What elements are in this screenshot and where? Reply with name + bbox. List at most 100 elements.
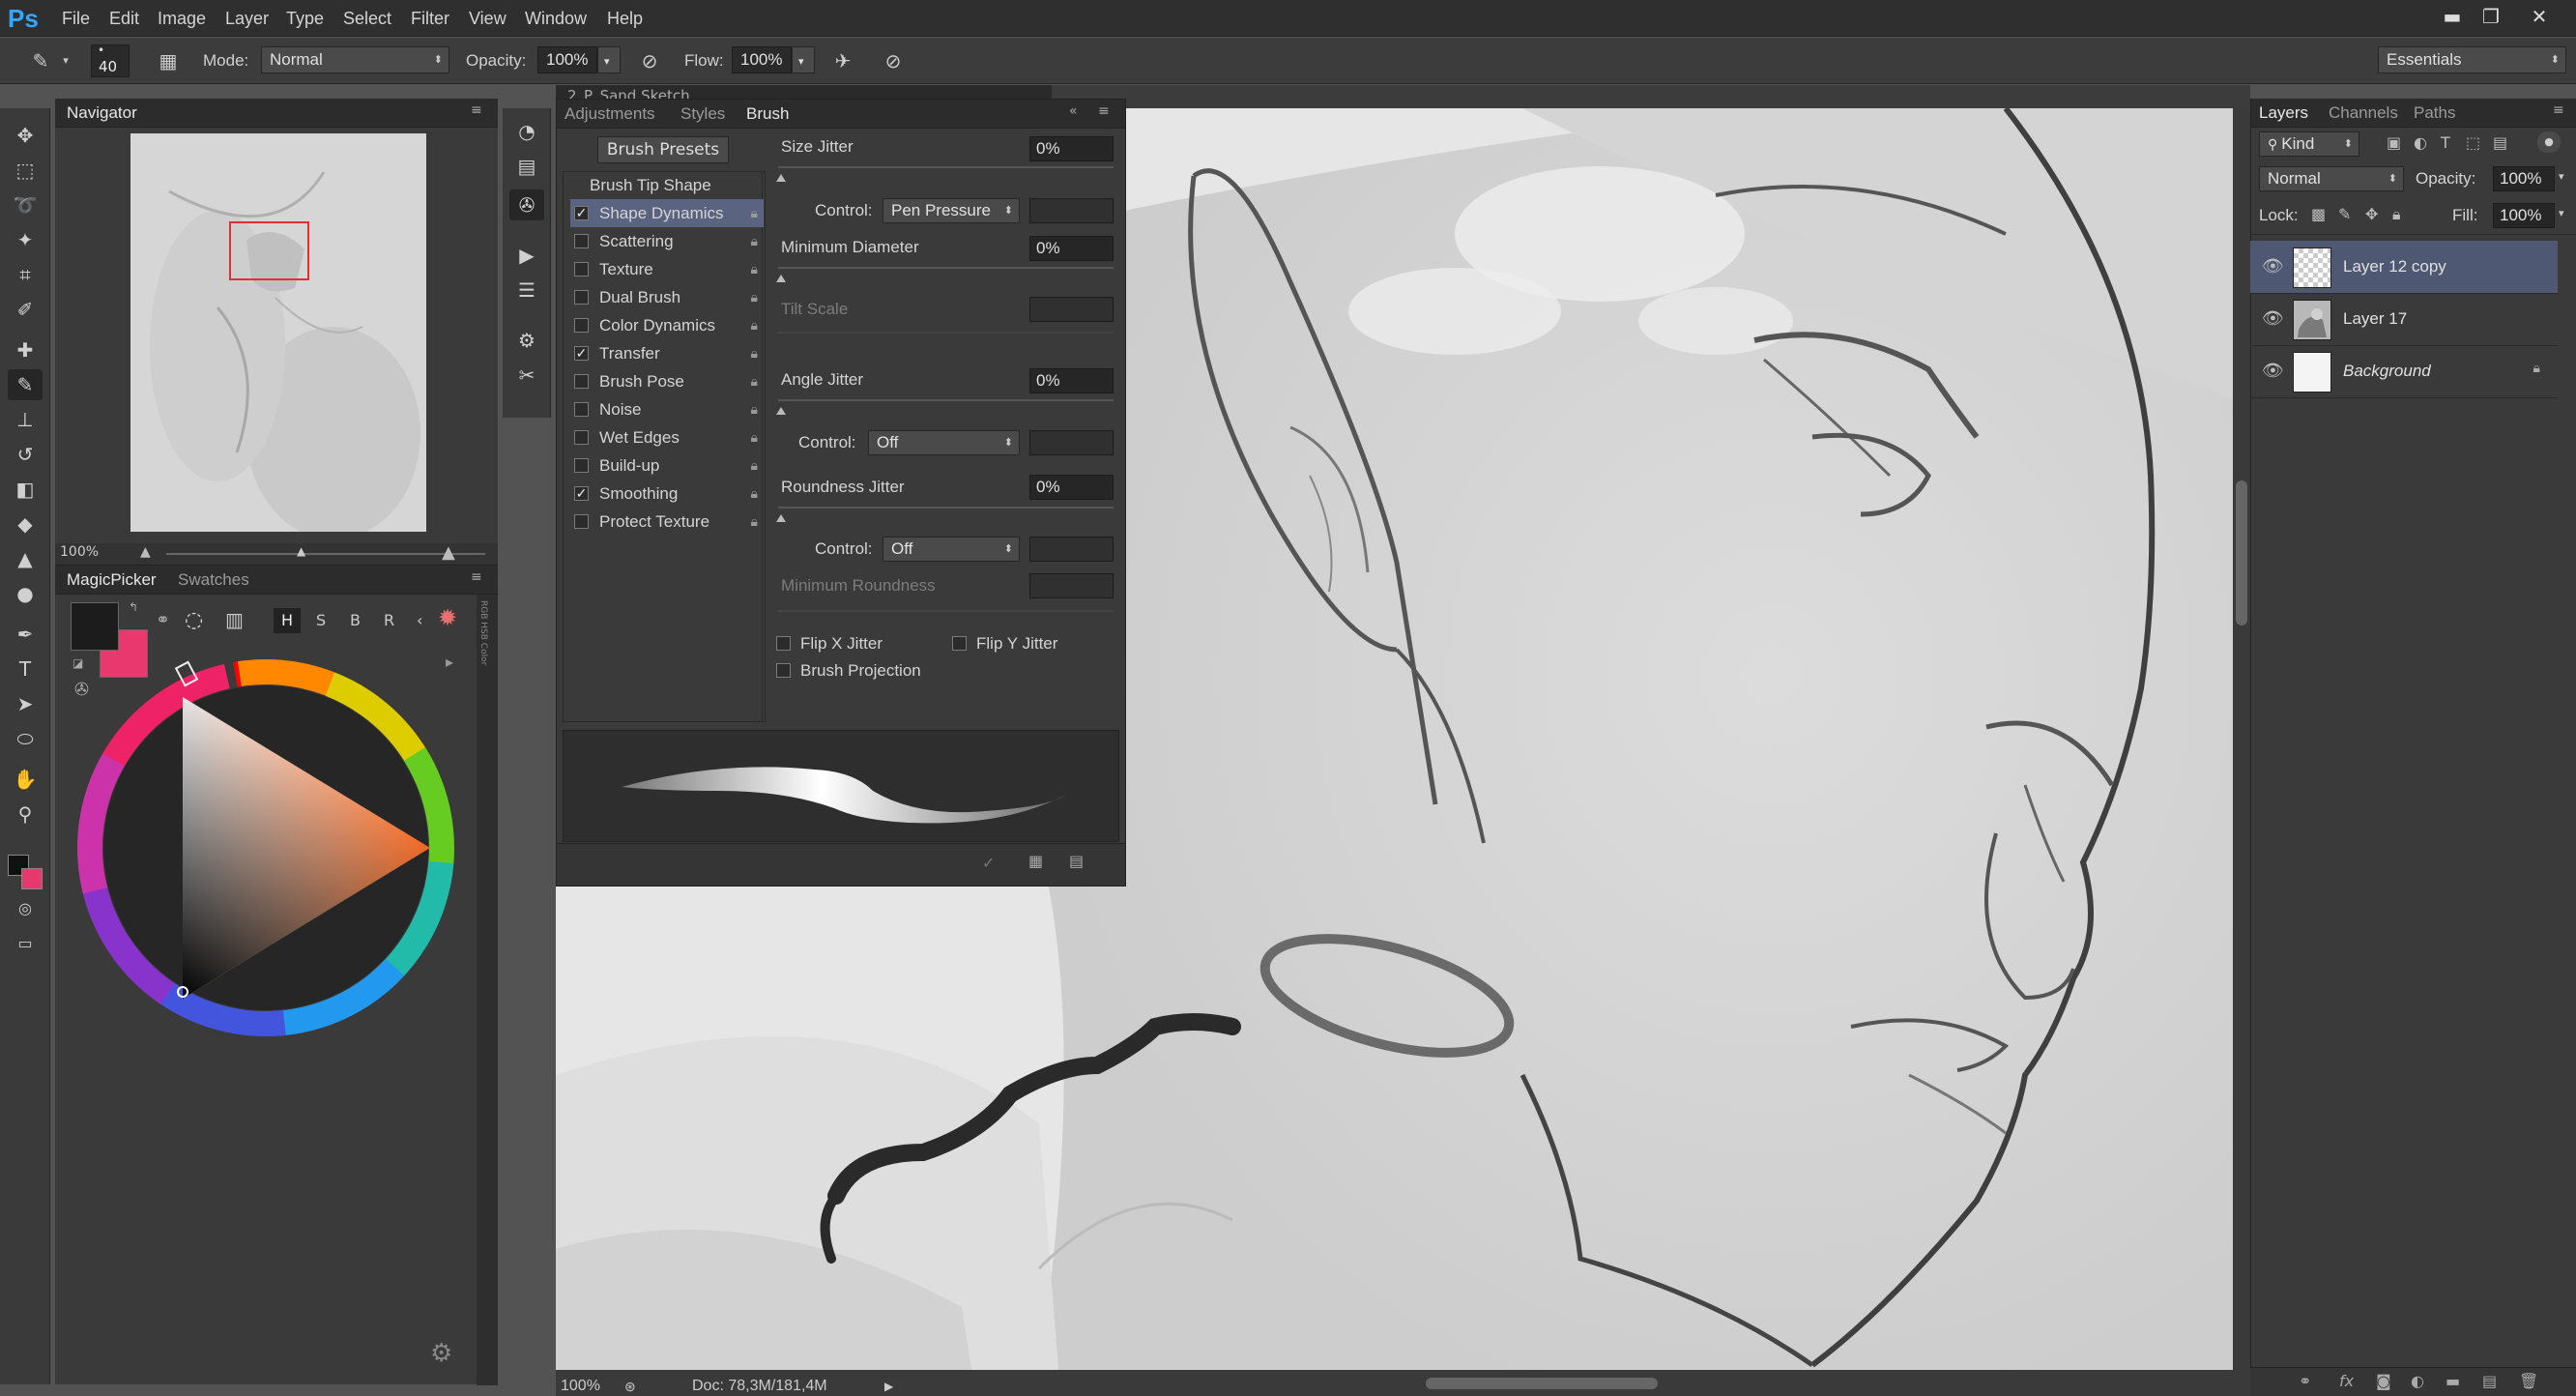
menu-help[interactable]: Help (607, 0, 643, 37)
lock-icon[interactable]: 🔒︎ (751, 227, 758, 255)
brush-item-wet-edges[interactable]: Wet Edges 🔒︎ (570, 423, 764, 451)
lock-icon[interactable]: 🔒︎ (751, 423, 758, 451)
swatches-tab[interactable]: Swatches (178, 566, 249, 595)
mode-dropdown[interactable]: Normal ⬍ (261, 46, 449, 73)
chevron-down-icon[interactable]: ▾ (2559, 170, 2564, 183)
lock-pixels-icon[interactable]: ✎ (2338, 205, 2351, 223)
menu-edit[interactable]: Edit (109, 0, 139, 37)
mode-r-button[interactable]: R (384, 608, 394, 633)
lock-icon[interactable]: 🔒︎ (751, 395, 758, 423)
menu-file[interactable]: File (62, 0, 90, 37)
brush-presets-panel-icon[interactable]: ▤ (509, 151, 544, 182)
layer-style-icon[interactable]: fx (2339, 1372, 2354, 1390)
status-menu-icon[interactable]: ▶ (884, 1377, 893, 1396)
roundness-control-dropdown[interactable]: Off ⬍ (883, 537, 1020, 562)
brush-item-scattering[interactable]: Scattering 🔒︎ (570, 227, 764, 255)
status-zoom[interactable]: 100% (561, 1377, 600, 1396)
menu-type[interactable]: Type (286, 0, 324, 37)
lock-icon[interactable]: 🔒︎ (751, 508, 758, 536)
lock-icon[interactable]: 🔒︎ (751, 339, 758, 367)
checkbox[interactable] (574, 430, 589, 445)
brush-item-noise[interactable]: Noise 🔒︎ (570, 395, 764, 423)
foreground-swatch-top[interactable] (71, 602, 119, 651)
adjustment-layer-icon[interactable]: ◐ (2411, 1372, 2424, 1390)
color-wheel[interactable] (67, 649, 473, 1055)
zoom-tool-icon[interactable]: ⚲ (8, 799, 43, 829)
status-info-icon[interactable]: ⊛ (624, 1377, 636, 1396)
brush-item-build-up[interactable]: Build-up 🔒︎ (570, 451, 764, 480)
flow-dropdown[interactable]: ▾ (792, 46, 815, 73)
adjustment-filter-icon[interactable]: ◐ (2414, 133, 2427, 152)
paths-tab[interactable]: Paths (2414, 99, 2455, 128)
vertical-scroll-thumb[interactable] (2236, 480, 2247, 625)
hand-tool-icon[interactable]: ✋ (8, 764, 43, 795)
chevron-down-icon[interactable]: ▾ (58, 47, 73, 74)
menu-select[interactable]: Select (343, 0, 391, 37)
panel-menu-icon[interactable]: ≡ (1098, 103, 1110, 119)
new-layer-icon[interactable]: ▤ (2482, 1372, 2497, 1390)
angle-control-dropdown[interactable]: Off ⬍ (868, 430, 1020, 455)
trash-icon[interactable]: 🗑︎ (2519, 1372, 2538, 1390)
zoom-slider-thumb[interactable]: ▲ (297, 544, 305, 558)
checkbox[interactable] (574, 318, 589, 333)
minimize-icon[interactable]: ▬ (2436, 2, 2469, 31)
shape-filter-icon[interactable]: ⬚ (2466, 133, 2480, 152)
brush-item-brush-pose[interactable]: Brush Pose 🔒︎ (570, 367, 764, 395)
crop-tool-icon[interactable]: ⌗ (8, 259, 43, 290)
brush-item-tip-shape[interactable]: Brush Tip Shape (570, 171, 764, 199)
pressure-size-icon[interactable]: ⊘ (880, 47, 907, 74)
slider-mode-icon[interactable]: ▥ (225, 608, 244, 631)
menu-layer[interactable]: Layer (225, 0, 269, 37)
new-brush-icon[interactable]: ▤ (1069, 852, 1084, 870)
blend-mode-dropdown[interactable]: Normal ⬍ (2259, 166, 2404, 191)
lock-position-icon[interactable]: ✥ (2365, 205, 2378, 223)
lock-icon[interactable]: 🔒︎ (751, 311, 758, 339)
eyedropper-tool-icon[interactable]: ✐ (8, 294, 43, 325)
chevron-down-icon[interactable]: ▾ (2559, 207, 2564, 219)
actions-panel-icon[interactable]: ▶ (509, 240, 544, 271)
visibility-eye-icon[interactable]: 👁︎ (2262, 308, 2284, 329)
layer-name[interactable]: Layer 12 copy (2343, 241, 2446, 293)
opacity-input[interactable]: 100% (537, 46, 597, 73)
layer-name[interactable]: Layer 17 (2343, 293, 2407, 345)
checkbox[interactable]: ✓ (574, 486, 589, 501)
vertical-scrollbar[interactable] (2233, 108, 2250, 1370)
checkbox[interactable] (574, 402, 589, 417)
styles-tab[interactable]: Styles (680, 100, 725, 129)
airbrush-icon[interactable]: ✈ (829, 47, 856, 74)
zoom-in-icon[interactable]: ▲ (442, 542, 455, 563)
zoom-out-icon[interactable]: ▲ (140, 544, 151, 560)
background-color-swatch[interactable] (21, 868, 43, 889)
panel-menu-icon[interactable]: ≡ (2553, 102, 2564, 118)
settings-gear-icon[interactable]: ⚙ (430, 1339, 452, 1368)
marquee-tool-icon[interactable]: ⬚ (8, 155, 43, 186)
mode-s-button[interactable]: S (316, 608, 326, 633)
type-tool-icon[interactable]: T (8, 654, 43, 684)
opacity-dropdown[interactable]: ▾ (597, 46, 621, 73)
checkbox[interactable] (574, 458, 589, 473)
min-diameter-slider[interactable] (778, 267, 1114, 269)
menu-view[interactable]: View (469, 0, 507, 37)
brush-item-protect-texture[interactable]: Protect Texture 🔒︎ (570, 508, 764, 536)
menu-filter[interactable]: Filter (411, 0, 449, 37)
flow-input[interactable]: 100% (732, 46, 792, 73)
checkbox[interactable] (574, 374, 589, 389)
lock-icon[interactable]: 🔒︎ (751, 199, 758, 227)
chevron-left-icon[interactable]: ‹ (417, 608, 422, 633)
restore-icon[interactable]: ❐ (2475, 2, 2507, 31)
close-icon[interactable]: ✕ (2523, 2, 2556, 31)
lock-icon[interactable]: 🔒︎ (751, 283, 758, 311)
history-panel-icon[interactable]: ◔ (509, 116, 544, 147)
move-tool-icon[interactable]: ✥ (8, 120, 43, 151)
filter-toggle[interactable]: ● (2537, 131, 2561, 153)
zoom-slider-track[interactable] (166, 553, 485, 555)
magicpicker-tab[interactable]: MagicPicker (67, 566, 157, 595)
checkbox[interactable]: ✓ (574, 346, 589, 361)
brush-tab[interactable]: Brush (746, 100, 789, 129)
settings-sun-icon[interactable]: ✹ (438, 604, 457, 631)
mode-b-button[interactable]: B (350, 608, 361, 633)
layer-row-background[interactable]: 👁︎ Background 🔒︎ (2250, 345, 2558, 398)
pen-tool-icon[interactable]: ✒ (8, 619, 43, 650)
checkbox[interactable] (574, 514, 589, 529)
min-diameter-input[interactable]: 0% (1029, 236, 1114, 261)
